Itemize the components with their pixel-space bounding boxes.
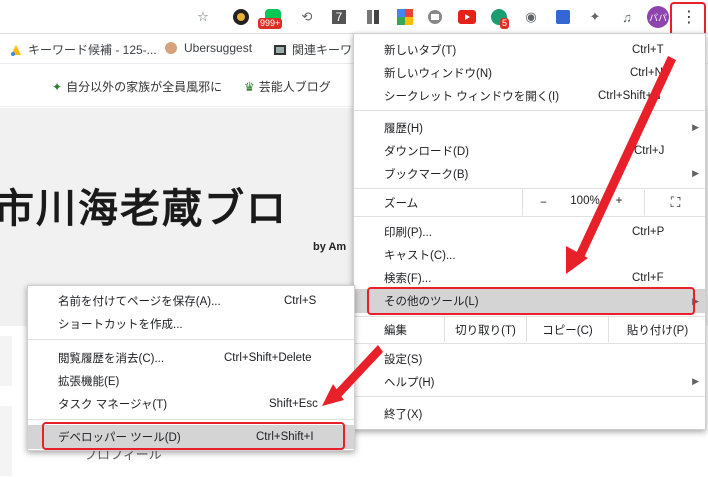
annotation-arrows — [322, 56, 676, 406]
annotation-arrow-1 — [574, 56, 676, 262]
annotation-arrow-2 — [334, 345, 383, 398]
